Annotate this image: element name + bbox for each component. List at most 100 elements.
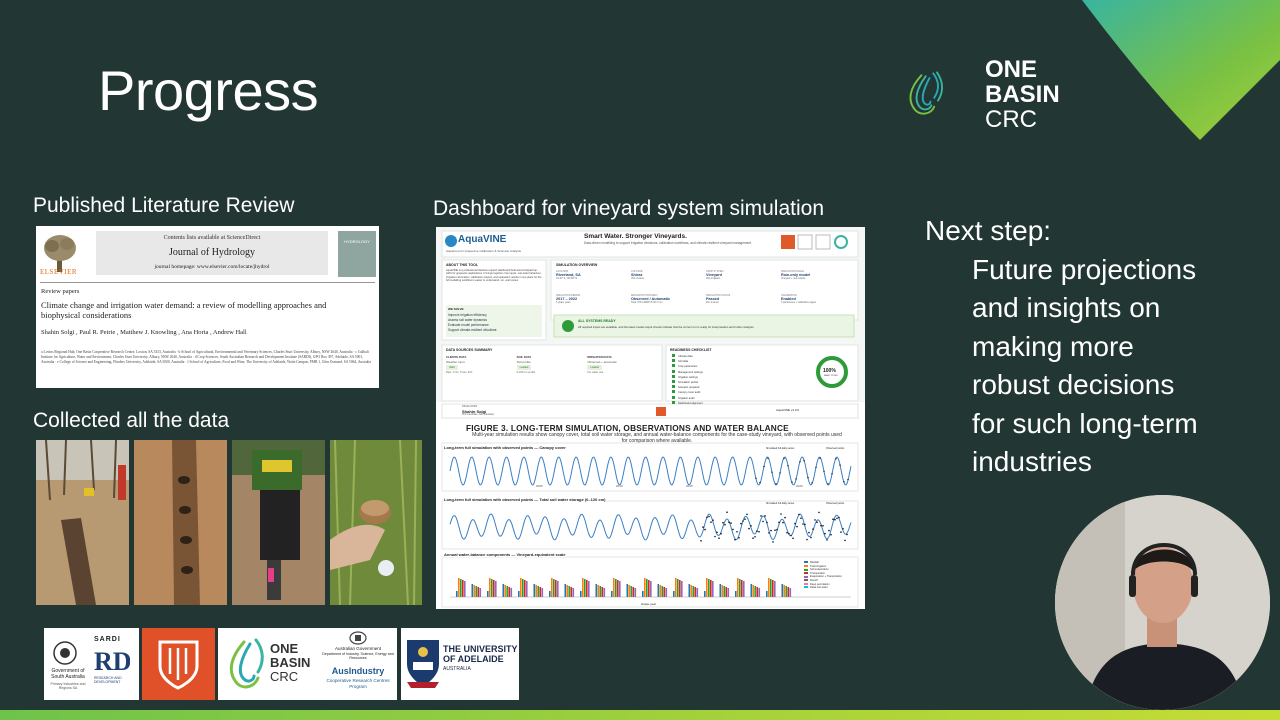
soil-observed-point — [732, 528, 734, 531]
soil-observed-point — [782, 521, 784, 524]
water-balance-bar — [634, 588, 637, 597]
publisher-label: ELSEVIER — [40, 268, 78, 276]
water-balance-bar — [510, 588, 513, 597]
soil-observed-point — [736, 531, 738, 533]
soil-observed-point — [808, 531, 810, 534]
canopy-observed-point — [835, 458, 837, 460]
water-balance-bar — [644, 578, 646, 597]
data-heading: Collected all the data — [33, 409, 230, 432]
sponsor-ob-crc: CRC — [270, 669, 299, 684]
canopy-observed-point — [847, 478, 849, 481]
data-source-item: IRRIGATION DATA Observed + automatic Loade… — [587, 355, 617, 374]
checklist-item: Dashboard alignment — [672, 400, 703, 406]
water-balance-bar — [533, 584, 536, 597]
water-balance-bar — [580, 591, 582, 597]
one-basin-logo-icon — [909, 71, 943, 115]
sa-gov-text: Government of South Australia — [51, 668, 85, 680]
bottom-accent-bar — [0, 710, 1280, 720]
water-balance-bar — [758, 588, 761, 597]
soil-observed-point — [706, 516, 708, 519]
water-balance-bar — [570, 587, 573, 597]
water-balance-bar — [741, 580, 743, 597]
soil-observed-point — [836, 517, 838, 520]
data-source-item: CLIMATE DATA Weather input Valid Rain, Tmin… — [446, 355, 473, 374]
water-balance-bar — [553, 579, 555, 597]
field-photo-soil-pit — [134, 440, 227, 605]
soil-observed-point — [768, 532, 770, 534]
status-check-icon — [562, 320, 574, 332]
overview-item: SIMULATION PERIOD 2017 – 2022 6 grape year… — [556, 294, 581, 304]
canopy-observed-point — [787, 465, 789, 467]
year-tick-label: 2005 — [536, 484, 543, 488]
sardi-rd-icon: RD — [94, 647, 130, 674]
soil-observed-point — [794, 522, 796, 525]
water-balance-bar — [754, 586, 757, 597]
developer-label: DEVELOPER — [462, 405, 478, 408]
app-name: AquaVINE — [458, 234, 507, 245]
water-balance-bar — [518, 591, 520, 597]
soil-observed-point — [828, 529, 830, 532]
next-step-line: industries — [972, 446, 1092, 477]
paper-thumbnail[interactable]: ELSEVIER Contents lists available at Sci… — [36, 226, 379, 388]
water-balance-bar — [737, 578, 739, 597]
soil-observed-point — [824, 532, 826, 535]
sponsor-csu — [142, 628, 215, 700]
literature-heading: Published Literature Review — [33, 194, 295, 217]
developer-sub: PhD Candidate, AWI (Adelaide) — [462, 414, 495, 416]
next-step-line: for such long-term — [972, 407, 1198, 439]
aus-gov-crest-icon — [349, 631, 367, 645]
water-balance-bar — [506, 586, 509, 597]
readiness-checklist: Climate data Soil data Crop parameters Mana… — [672, 354, 703, 406]
next-step-heading: Next step: — [925, 215, 1052, 246]
soil-observed-point — [770, 529, 772, 532]
app-subtitle: AquaCrop for Grapevine Calibration & Sce… — [446, 249, 522, 253]
water-balance-bar — [537, 586, 540, 597]
water-balance-bar — [677, 579, 679, 597]
year-tick-label: 2010 — [616, 484, 623, 488]
overview-item: SIMULATION SCALE Row-only model Vineyard +… — [781, 270, 811, 280]
one-basin-small-icon — [229, 638, 264, 689]
water-balance-bar — [712, 581, 714, 597]
water-balance-bar — [566, 585, 569, 597]
soil-observed-point — [760, 515, 762, 517]
water-balance-bar — [690, 585, 693, 597]
water-balance-bar — [464, 581, 466, 597]
about-text: AquaVINE is a professional decision-supp… — [446, 269, 542, 283]
soil-observed-point — [846, 533, 848, 536]
canopy-observed-point — [791, 481, 793, 483]
sponsor-one-basin: ONE BASIN CRC — [218, 628, 321, 700]
soil-observed-point — [806, 538, 808, 541]
water-balance-bar — [774, 581, 776, 597]
next-step-line: Future projections — [972, 253, 1197, 285]
soil-observed-point — [720, 532, 722, 535]
soil-observed-point — [826, 539, 828, 541]
soil-observed-point — [778, 521, 780, 524]
soil-observed-point — [766, 521, 768, 524]
overview-grid: LOCATION Riverland, SA 34.19° S, 140.58° E… — [556, 270, 856, 314]
water-balance-bar — [489, 578, 491, 597]
water-balance-bar — [706, 578, 708, 597]
canopy-observed-point — [811, 482, 813, 484]
soil-observed-point — [774, 529, 776, 531]
water-balance-bar — [568, 586, 571, 597]
soil-observed-point — [758, 530, 760, 533]
soil-observed-point — [776, 528, 778, 531]
water-balance-bar — [502, 584, 505, 597]
water-balance-bar — [770, 579, 772, 597]
sa-gov-sub: Primary Industries and Regions SA — [50, 682, 86, 690]
water-balance-bar — [619, 581, 621, 597]
journal-homepage: journal homepage: www.elsevier.com/locat… — [154, 264, 270, 270]
water-balance-bar — [787, 587, 790, 597]
partner-logo-3 — [815, 234, 831, 250]
ausindustry-text: AusIndustry — [331, 666, 385, 676]
app-version: AquaVINE v1.0.0 — [776, 408, 800, 412]
water-balance-bar — [648, 580, 650, 597]
water-balance-bar — [495, 581, 497, 597]
water-balance-bar — [471, 584, 474, 597]
water-balance-bar — [650, 581, 652, 597]
water-balance-bar — [601, 587, 604, 597]
water-balance-bar — [456, 591, 458, 597]
water-balance-bar — [710, 580, 712, 597]
overview-item: CALIBRATION Enabled 3 parameters + calibra… — [781, 294, 816, 304]
dashboard-screenshot[interactable]: 2005 2010 2015 2020 AquaVINE AquaCrop for G… — [436, 227, 865, 609]
